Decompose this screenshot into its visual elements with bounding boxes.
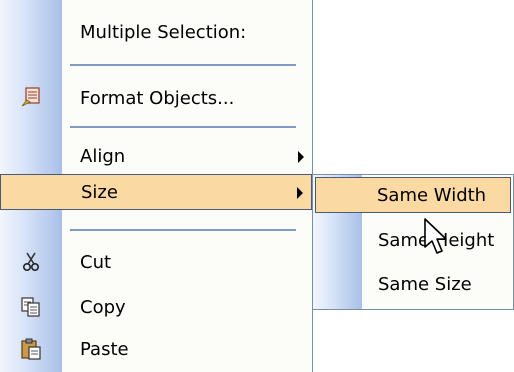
menu-item-same-height[interactable]: Same Height (313, 227, 513, 259)
menu-item-label: Size (81, 182, 118, 203)
menu-item-format-objects[interactable]: Format Objects... (0, 82, 312, 116)
menu-header-multiple-selection: Multiple Selection: (0, 20, 312, 46)
menu-item-label: Same Size (378, 274, 472, 295)
menu-separator (70, 229, 296, 231)
menu-item-copy[interactable]: Copy (0, 290, 312, 324)
menu-separator (70, 64, 296, 66)
size-submenu: Same Width Same Height Same Size (312, 174, 514, 310)
menu-item-paste[interactable]: Paste (0, 333, 312, 367)
menu-item-same-size[interactable]: Same Size (313, 271, 513, 303)
context-menu: Multiple Selection: Format Objects... Al… (0, 0, 313, 372)
menu-separator (70, 126, 296, 128)
cut-icon (22, 252, 40, 272)
paste-icon (21, 338, 41, 360)
format-objects-icon (21, 87, 40, 107)
menu-item-label: Align (80, 146, 126, 167)
menu-item-same-width[interactable]: Same Width (315, 177, 511, 213)
menu-item-align[interactable]: Align (0, 141, 312, 173)
menu-item-label: Paste (80, 339, 129, 360)
mouse-pointer-icon (424, 218, 447, 254)
menu-item-label: Cut (80, 252, 112, 273)
menu-item-cut[interactable]: Cut (0, 245, 312, 279)
menu-item-label: Copy (80, 297, 126, 318)
submenu-arrow-icon (297, 187, 303, 199)
menu-header-label: Multiple Selection: (80, 22, 247, 43)
copy-icon (21, 297, 40, 317)
submenu-arrow-icon (298, 151, 304, 163)
menu-item-size[interactable]: Size (0, 174, 312, 210)
menu-item-label: Format Objects... (80, 88, 235, 109)
menu-item-label: Same Width (377, 185, 487, 206)
